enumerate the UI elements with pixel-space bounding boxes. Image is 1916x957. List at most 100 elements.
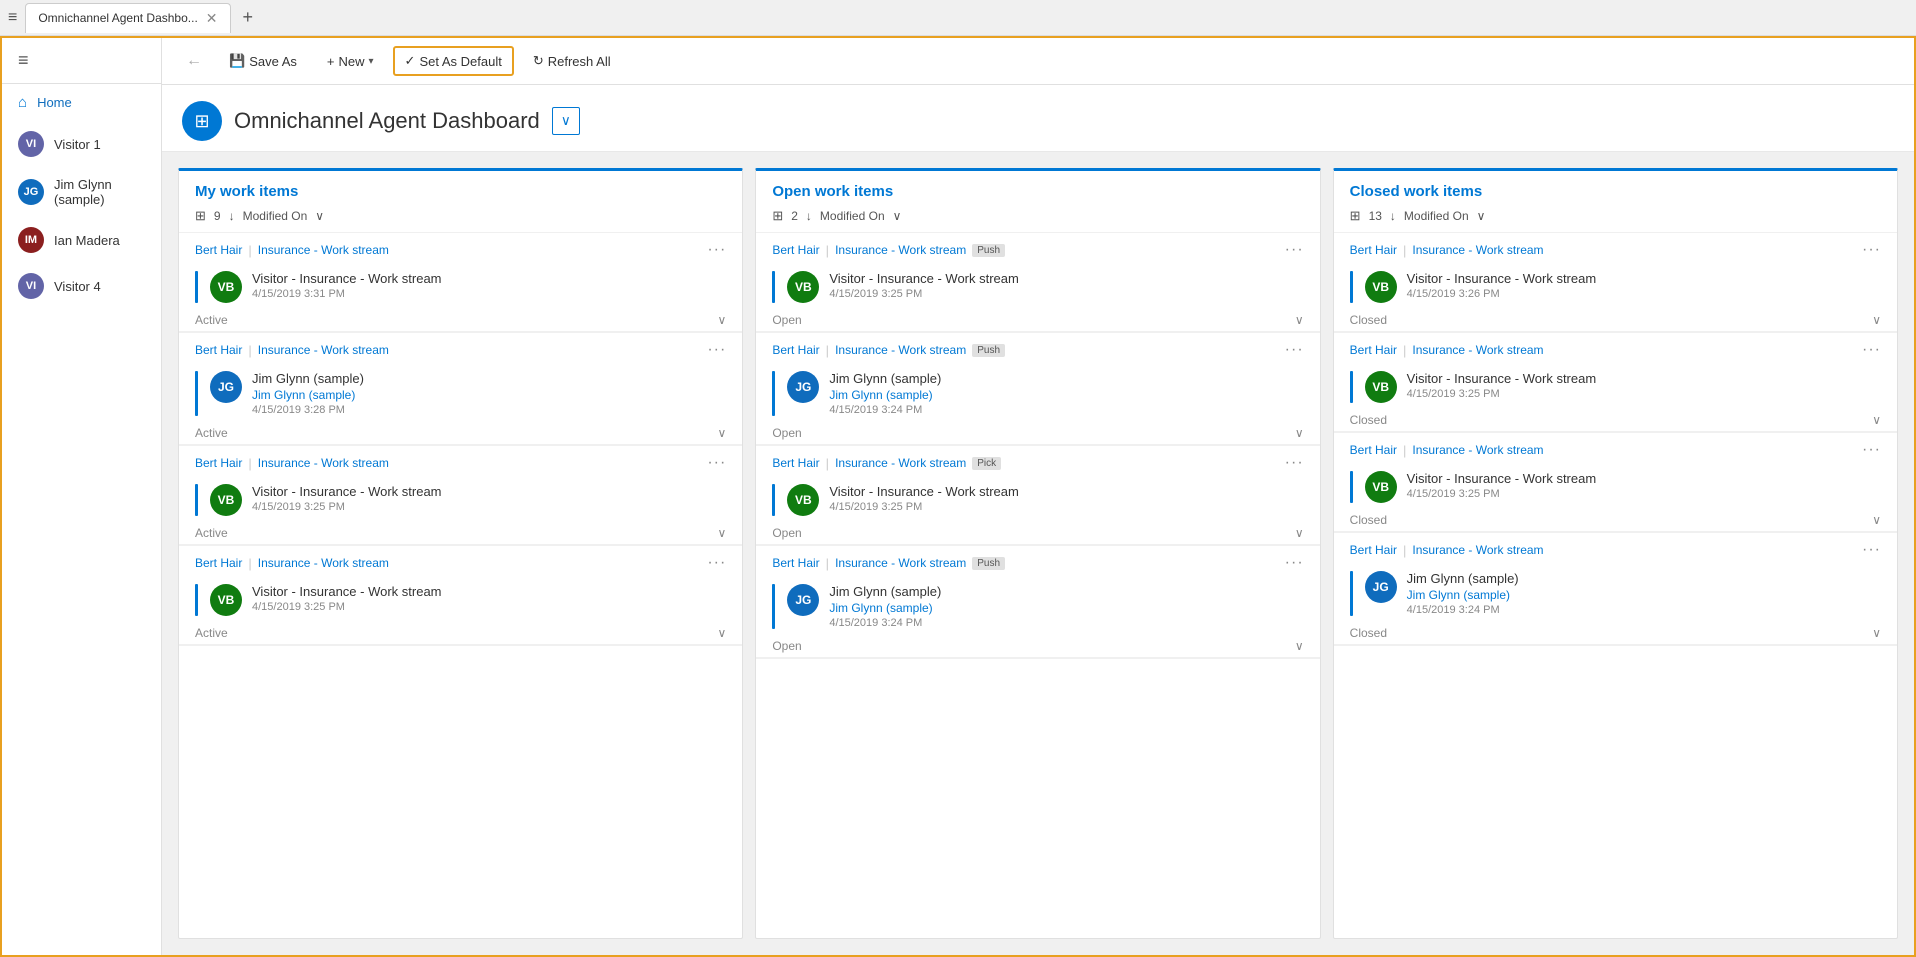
item-context-menu[interactable]: ···	[707, 241, 726, 259]
agent-name[interactable]: Bert Hair	[195, 556, 242, 570]
sort-down-icon-my-work[interactable]: ↓	[229, 209, 235, 223]
agent-name[interactable]: Bert Hair	[1350, 243, 1397, 257]
item-subtitle[interactable]: Jim Glynn (sample)	[1407, 588, 1881, 602]
sidebar-item-ianmadera[interactable]: IM Ian Madera	[2, 217, 161, 263]
tab-close-icon[interactable]: ✕	[206, 10, 218, 27]
save-as-button[interactable]: 💾 Save As	[218, 47, 308, 75]
sort-label-my-work[interactable]: Modified On	[243, 209, 308, 223]
sidebar-item-visitor1[interactable]: VI Visitor 1	[2, 121, 161, 167]
expand-button[interactable]: ∨	[718, 426, 727, 440]
item-context-menu[interactable]: ···	[707, 341, 726, 359]
agent-name[interactable]: Bert Hair	[772, 556, 819, 570]
expand-button[interactable]: ∨	[718, 526, 727, 540]
sidebar-item-home[interactable]: ⌂ Home	[2, 84, 161, 121]
expand-button[interactable]: ∨	[1295, 313, 1304, 327]
item-context-menu[interactable]: ···	[1285, 454, 1304, 472]
sidebar-item-jimglynn[interactable]: JG Jim Glynn (sample)	[2, 167, 161, 217]
item-subtitle[interactable]: Jim Glynn (sample)	[252, 388, 726, 402]
agent-name[interactable]: Bert Hair	[195, 456, 242, 470]
item-context-menu[interactable]: ···	[707, 454, 726, 472]
item-context-menu[interactable]: ···	[1862, 541, 1881, 559]
expand-button[interactable]: ∨	[1872, 626, 1881, 640]
expand-button[interactable]: ∨	[1872, 413, 1881, 427]
agent-name[interactable]: Bert Hair	[1350, 543, 1397, 557]
item-context-menu[interactable]: ···	[1285, 341, 1304, 359]
item-info: Visitor - Insurance - Work stream4/15/20…	[829, 484, 1303, 513]
sort-arrow-closed-work[interactable]: ∨	[1477, 209, 1486, 223]
sort-down-icon-open-work[interactable]: ↓	[806, 209, 812, 223]
item-title[interactable]: Visitor - Insurance - Work stream	[252, 271, 726, 286]
item-context-menu[interactable]: ···	[1862, 241, 1881, 259]
item-title[interactable]: Visitor - Insurance - Work stream	[1407, 271, 1881, 286]
item-title[interactable]: Jim Glynn (sample)	[252, 371, 726, 386]
expand-button[interactable]: ∨	[718, 313, 727, 327]
expand-button[interactable]: ∨	[1872, 513, 1881, 527]
page-dropdown-button[interactable]: ∨	[552, 107, 580, 135]
item-subtitle[interactable]: Jim Glynn (sample)	[829, 388, 1303, 402]
work-item-footer: Active∨	[179, 309, 742, 332]
refresh-all-button[interactable]: ↻ Refresh All	[522, 47, 622, 75]
workstream-name[interactable]: Insurance - Work stream	[835, 343, 966, 357]
workstream-name[interactable]: Insurance - Work stream	[835, 243, 966, 257]
item-context-menu[interactable]: ···	[707, 554, 726, 572]
agent-name[interactable]: Bert Hair	[772, 456, 819, 470]
workstream-name[interactable]: Insurance - Work stream	[258, 343, 389, 357]
expand-button[interactable]: ∨	[718, 626, 727, 640]
workstream-name[interactable]: Insurance - Work stream	[1412, 343, 1543, 357]
sort-arrow-open-work[interactable]: ∨	[893, 209, 902, 223]
workstream-name[interactable]: Insurance - Work stream	[258, 456, 389, 470]
item-title[interactable]: Jim Glynn (sample)	[829, 371, 1303, 386]
sidebar-menu-icon[interactable]: ≡	[2, 38, 161, 84]
item-title[interactable]: Visitor - Insurance - Work stream	[829, 271, 1303, 286]
agent-name[interactable]: Bert Hair	[772, 243, 819, 257]
item-title[interactable]: Visitor - Insurance - Work stream	[252, 584, 726, 599]
agent-name[interactable]: Bert Hair	[1350, 443, 1397, 457]
work-column-open-work: Open work items ⊞ 2 ↓ Modified On ∨ Bert…	[755, 168, 1320, 939]
column-controls-my-work: ⊞ 9 ↓ Modified On ∨	[195, 208, 726, 224]
expand-button[interactable]: ∨	[1295, 426, 1304, 440]
left-accent	[195, 371, 198, 416]
sort-down-icon-closed-work[interactable]: ↓	[1390, 209, 1396, 223]
item-title[interactable]: Visitor - Insurance - Work stream	[1407, 371, 1881, 386]
workstream-name[interactable]: Insurance - Work stream	[835, 556, 966, 570]
work-item: Bert Hair | Insurance - Work stream ···V…	[179, 546, 742, 646]
item-context-menu[interactable]: ···	[1862, 341, 1881, 359]
work-item-header: Bert Hair | Insurance - Work stream ···	[179, 241, 742, 261]
sidebar-item-visitor4[interactable]: VI Visitor 4	[2, 263, 161, 309]
workstream-name[interactable]: Insurance - Work stream	[258, 556, 389, 570]
workstream-name[interactable]: Insurance - Work stream	[258, 243, 389, 257]
agent-name[interactable]: Bert Hair	[195, 343, 242, 357]
sort-label-closed-work[interactable]: Modified On	[1404, 209, 1469, 223]
browser-tab[interactable]: Omnichannel Agent Dashbo... ✕	[25, 3, 230, 33]
hamburger-icon[interactable]: ≡	[8, 9, 17, 27]
agent-name[interactable]: Bert Hair	[1350, 343, 1397, 357]
item-context-menu[interactable]: ···	[1285, 554, 1304, 572]
avatar-visitor1: VI	[18, 131, 44, 157]
workstream-name[interactable]: Insurance - Work stream	[1412, 243, 1543, 257]
item-title[interactable]: Jim Glynn (sample)	[1407, 571, 1881, 586]
item-context-menu[interactable]: ···	[1285, 241, 1304, 259]
workstream-name[interactable]: Insurance - Work stream	[835, 456, 966, 470]
workstream-name[interactable]: Insurance - Work stream	[1412, 443, 1543, 457]
item-title[interactable]: Visitor - Insurance - Work stream	[252, 484, 726, 499]
work-item-footer: Active∨	[179, 622, 742, 645]
set-as-default-button[interactable]: ✓ Set As Default	[393, 46, 514, 76]
sort-label-open-work[interactable]: Modified On	[820, 209, 885, 223]
expand-button[interactable]: ∨	[1872, 313, 1881, 327]
column-count-my-work: 9	[214, 209, 221, 223]
expand-button[interactable]: ∨	[1295, 526, 1304, 540]
agent-name[interactable]: Bert Hair	[195, 243, 242, 257]
work-column-closed-work: Closed work items ⊞ 13 ↓ Modified On ∨ B…	[1333, 168, 1898, 939]
item-info: Visitor - Insurance - Work stream4/15/20…	[252, 271, 726, 300]
item-title[interactable]: Visitor - Insurance - Work stream	[829, 484, 1303, 499]
expand-button[interactable]: ∨	[1295, 639, 1304, 653]
item-title[interactable]: Visitor - Insurance - Work stream	[1407, 471, 1881, 486]
sort-arrow-my-work[interactable]: ∨	[315, 209, 324, 223]
workstream-name[interactable]: Insurance - Work stream	[1412, 543, 1543, 557]
item-context-menu[interactable]: ···	[1862, 441, 1881, 459]
new-tab-button[interactable]: +	[239, 3, 258, 32]
new-button[interactable]: + New ▾	[316, 48, 385, 75]
item-title[interactable]: Jim Glynn (sample)	[829, 584, 1303, 599]
agent-name[interactable]: Bert Hair	[772, 343, 819, 357]
item-subtitle[interactable]: Jim Glynn (sample)	[829, 601, 1303, 615]
